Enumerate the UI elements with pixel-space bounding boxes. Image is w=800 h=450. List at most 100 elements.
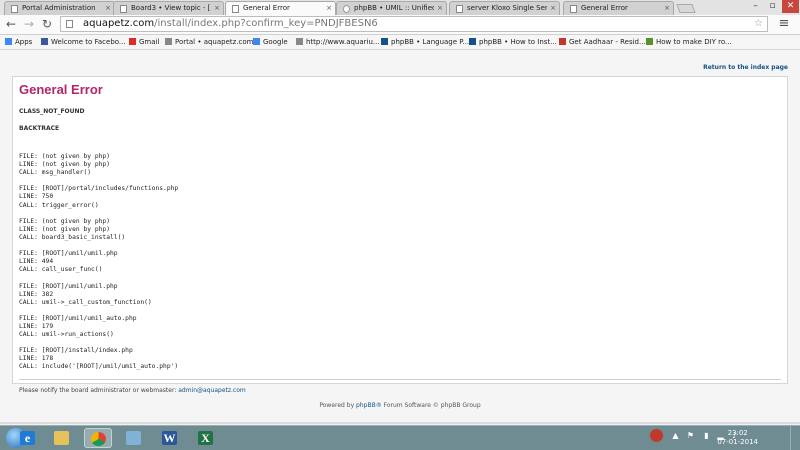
phpbb-icon bbox=[381, 38, 388, 45]
bookmark-item-3[interactable]: Portal • aquapetz.com bbox=[165, 35, 254, 49]
phpbb-link[interactable]: phpBB® bbox=[356, 402, 382, 409]
bookmark-label: Portal • aquapetz.com bbox=[175, 38, 254, 46]
navigation-bar: ← → ↻ aquapetz.com/install/index.php?con… bbox=[0, 15, 800, 35]
taskbar: eWX ▲ ⚑ ▮ ▂ ♪ 23:02 07-01-2014 bbox=[0, 425, 800, 450]
bookmark-item-5[interactable]: http://www.aquariu... bbox=[296, 35, 380, 49]
page-favicon-icon bbox=[120, 5, 127, 13]
return-to-index-link[interactable]: Return to the index page bbox=[703, 64, 788, 71]
bookmark-label: phpBB • Language P... bbox=[391, 38, 470, 46]
tab-label: General Error bbox=[243, 4, 290, 12]
page-favicon-icon bbox=[570, 5, 577, 13]
bookmark-label: Welcome to Facebo... bbox=[51, 38, 126, 46]
action-center-flag-icon[interactable]: ⚑ bbox=[686, 431, 695, 440]
page-favicon-icon bbox=[456, 5, 463, 13]
bookmark-item-6[interactable]: phpBB • Language P... bbox=[381, 35, 469, 49]
chrome-icon bbox=[91, 432, 106, 446]
bookmark-label: Apps bbox=[15, 38, 33, 46]
tab-close-icon[interactable]: × bbox=[550, 2, 556, 15]
paint-icon bbox=[126, 431, 141, 445]
tab-close-icon[interactable]: × bbox=[437, 2, 443, 15]
tab-close-icon[interactable]: × bbox=[105, 2, 111, 15]
bookmark-item-2[interactable]: Gmail bbox=[129, 35, 159, 49]
chrome-menu-button[interactable]: ≡ bbox=[776, 16, 792, 32]
page-title: General Error bbox=[19, 82, 103, 97]
tab-label: Portal Administration bbox=[22, 4, 96, 12]
bookmarks-bar: Apps Welcome to Facebo... Gmail Portal • aq… bbox=[0, 35, 800, 50]
word-taskbar-button[interactable]: W bbox=[156, 428, 184, 448]
bookmark-item-0[interactable]: Apps bbox=[5, 35, 32, 49]
phpbb-favicon-icon bbox=[343, 5, 350, 13]
backtrace-listing: FILE: (not given by php) LINE: (not give… bbox=[19, 153, 179, 371]
antivirus-tray-icon[interactable] bbox=[650, 429, 663, 442]
clock-time: 23:02 bbox=[727, 429, 748, 437]
notify-message: Please notify the board administrator or… bbox=[19, 387, 246, 394]
bookmark-label: http://www.aquariu... bbox=[306, 38, 380, 46]
bookmark-item-1[interactable]: Welcome to Facebo... bbox=[41, 35, 126, 49]
bookmark-label: How to make DIY ro... bbox=[656, 38, 732, 46]
file-explorer-taskbar-button[interactable] bbox=[48, 428, 76, 448]
tab-3[interactable]: phpBB • UMIL :: Unified M× bbox=[336, 1, 447, 15]
tab-label: server Kloxo Single Server bbox=[467, 4, 547, 12]
show-desktop-button[interactable] bbox=[790, 426, 800, 450]
minimize-button[interactable]: – bbox=[747, 0, 764, 13]
bookmark-label: Google bbox=[263, 38, 288, 46]
page-icon bbox=[165, 38, 172, 45]
clock-date: 07-01-2014 bbox=[717, 438, 758, 446]
tab-label: Board3 • View topic - [RE bbox=[131, 4, 211, 12]
apps-grid-icon bbox=[5, 38, 12, 45]
internet-explorer-icon: e bbox=[20, 431, 35, 445]
internet-explorer-taskbar-button[interactable]: e bbox=[14, 428, 42, 448]
new-tab-button[interactable] bbox=[676, 4, 696, 13]
wikihow-icon bbox=[646, 38, 653, 45]
facebook-icon bbox=[41, 38, 48, 45]
bookmark-item-9[interactable]: How to make DIY ro... bbox=[646, 35, 732, 49]
file-explorer-icon bbox=[54, 431, 69, 445]
bookmark-star-icon[interactable]: ☆ bbox=[754, 17, 763, 31]
url-text: aquapetz.com/install/index.php?confirm_k… bbox=[83, 18, 378, 29]
restore-button[interactable]: ▫ bbox=[764, 0, 781, 13]
bookmark-item-7[interactable]: phpBB • How to Inst... bbox=[469, 35, 557, 49]
close-window-button[interactable]: ✕ bbox=[782, 0, 799, 13]
tab-5[interactable]: General Error × bbox=[563, 1, 674, 15]
tab-close-icon[interactable]: × bbox=[214, 2, 220, 15]
reload-button[interactable]: ↻ bbox=[39, 16, 55, 32]
backtrace-heading: BACKTRACE bbox=[19, 125, 60, 132]
tab-4[interactable]: server Kloxo Single Server× bbox=[449, 1, 560, 15]
bookmark-item-4[interactable]: Google bbox=[253, 35, 288, 49]
tab-1[interactable]: Board3 • View topic - [RE × bbox=[113, 1, 224, 15]
back-button[interactable]: ← bbox=[3, 16, 19, 32]
word-icon: W bbox=[162, 431, 177, 445]
error-panel: General Error CLASS_NOT_FOUND BACKTRACE … bbox=[12, 76, 788, 394]
powered-by-footer: Powered by phpBB® Forum Software © phpBB… bbox=[319, 402, 481, 409]
tab-label: phpBB • UMIL :: Unified M bbox=[354, 4, 434, 12]
bookmark-item-8[interactable]: Get Aadhaar - Resid... bbox=[559, 35, 646, 49]
aadhaar-icon bbox=[559, 38, 566, 45]
page-favicon-icon bbox=[232, 5, 239, 13]
horizontal-scrollbar[interactable] bbox=[0, 422, 800, 424]
address-bar[interactable]: aquapetz.com/install/index.php?confirm_k… bbox=[60, 16, 768, 32]
page-viewport: Return to the index page General Error C… bbox=[0, 50, 800, 424]
divider bbox=[19, 379, 781, 380]
system-clock[interactable]: 23:02 07-01-2014 bbox=[717, 429, 758, 447]
page-icon bbox=[66, 20, 73, 28]
excel-taskbar-button[interactable]: X bbox=[192, 428, 220, 448]
tab-label: General Error bbox=[581, 4, 628, 12]
admin-email-link[interactable]: admin@aquapetz.com bbox=[178, 387, 246, 394]
error-code: CLASS_NOT_FOUND bbox=[19, 108, 85, 115]
bookmark-label: Get Aadhaar - Resid... bbox=[569, 38, 646, 46]
tab-close-icon[interactable]: × bbox=[664, 2, 670, 15]
excel-icon: X bbox=[198, 431, 213, 445]
bookmark-label: phpBB • How to Inst... bbox=[479, 38, 557, 46]
paint-taskbar-button[interactable] bbox=[120, 428, 148, 448]
battery-icon[interactable]: ▮ bbox=[702, 431, 711, 440]
phpbb-icon bbox=[469, 38, 476, 45]
show-hidden-icons-icon[interactable]: ▲ bbox=[671, 431, 680, 440]
tab-2[interactable]: General Error × bbox=[225, 1, 336, 15]
google-icon bbox=[253, 38, 260, 45]
page-favicon-icon bbox=[11, 5, 18, 13]
tab-close-icon[interactable]: × bbox=[326, 2, 332, 15]
tab-strip: Portal Administration × Board3 • View topi… bbox=[0, 0, 800, 15]
chrome-taskbar-button[interactable] bbox=[84, 428, 112, 448]
forward-button[interactable]: → bbox=[21, 16, 37, 32]
tab-0[interactable]: Portal Administration × bbox=[4, 1, 115, 15]
